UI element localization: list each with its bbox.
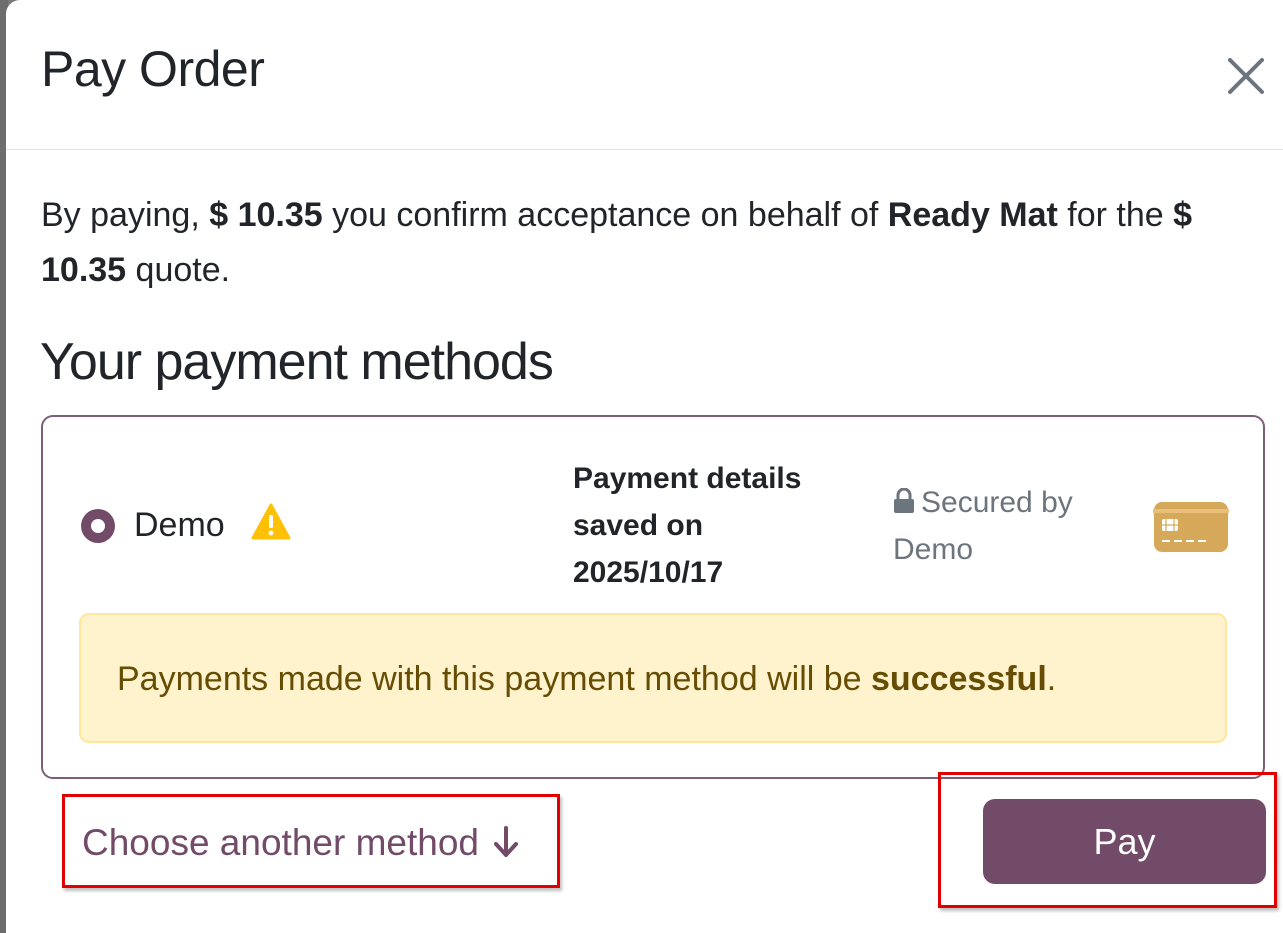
payment-method-demo[interactable]: Demo Payment details saved on 2025/10/17… bbox=[41, 415, 1265, 779]
modal-title: Pay Order bbox=[41, 41, 265, 97]
company-name: Ready Mat bbox=[887, 196, 1058, 234]
radio-selected-dot bbox=[91, 519, 105, 533]
close-button[interactable] bbox=[1224, 54, 1268, 98]
choose-another-method-link[interactable]: Choose another method bbox=[82, 821, 519, 865]
pay-order-dialog: Pay Order By paying, $ 10.35 you confirm… bbox=[6, 0, 1283, 933]
payment-method-name: Demo bbox=[134, 506, 225, 544]
secured-by-label: Secured by Demo bbox=[893, 486, 1073, 566]
lock-icon bbox=[894, 488, 914, 513]
warning-triangle-icon bbox=[251, 503, 291, 540]
payment-method-alert: Payments made with this payment method w… bbox=[79, 613, 1227, 743]
payment-details-saved: Payment details saved on 2025/10/17 bbox=[573, 462, 802, 589]
payment-confirmation-text: By paying, $ 10.35 you confirm acceptanc… bbox=[41, 196, 1193, 289]
arrow-down-icon bbox=[494, 826, 518, 857]
close-icon bbox=[1228, 58, 1264, 94]
secured-by: Secured by Demo bbox=[893, 479, 1113, 573]
credit-card-icon bbox=[1153, 502, 1229, 552]
payment-methods-heading: Your payment methods bbox=[40, 333, 554, 391]
payment-method-radio[interactable] bbox=[81, 509, 115, 543]
pay-button[interactable]: Pay bbox=[983, 799, 1266, 884]
choose-method-highlight: Choose another method bbox=[62, 794, 560, 888]
amount: $ 10.35 bbox=[209, 196, 323, 234]
modal-header: Pay Order bbox=[6, 0, 1283, 150]
pay-button-highlight: Pay bbox=[938, 772, 1277, 908]
